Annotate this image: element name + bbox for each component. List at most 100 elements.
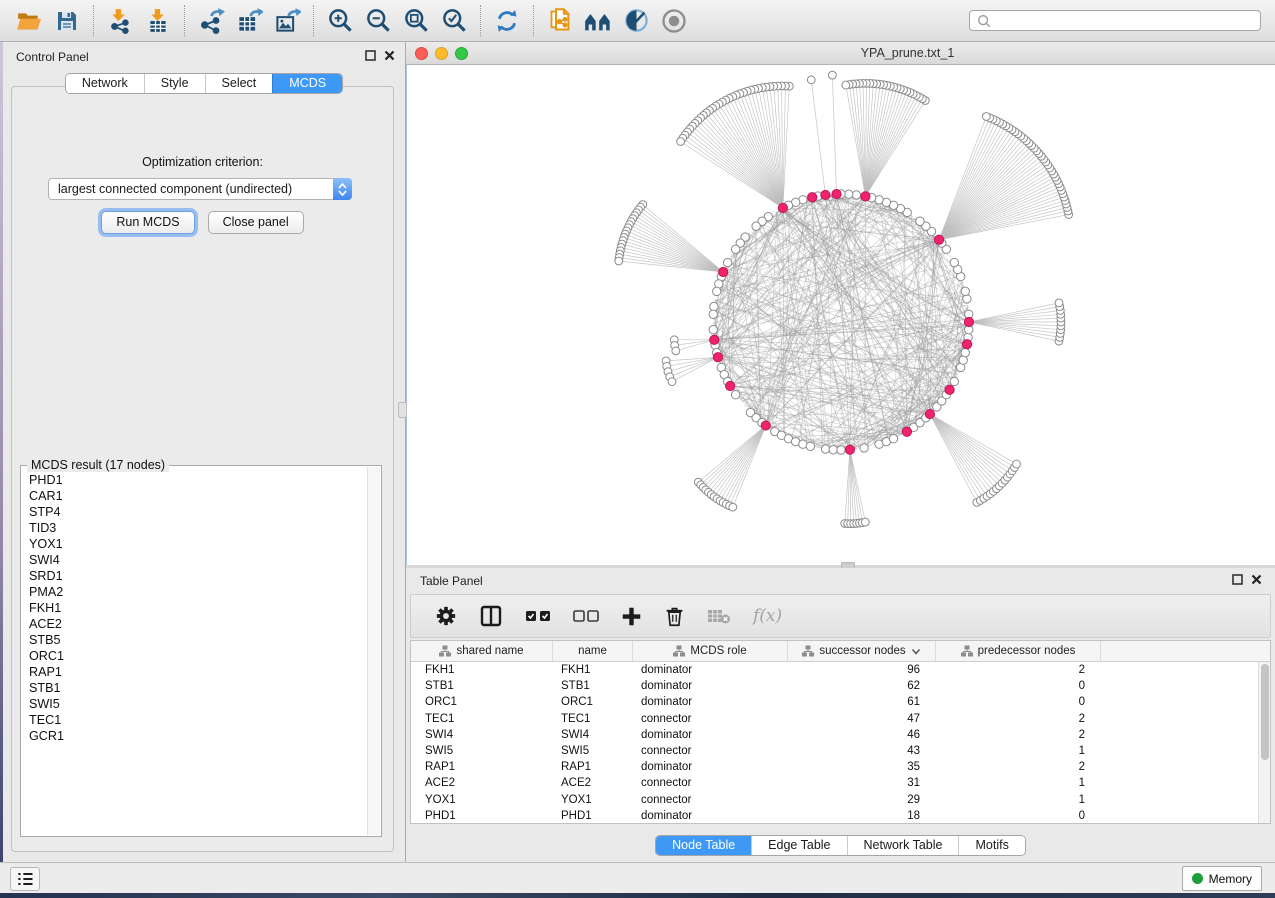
binoculars-button[interactable] — [579, 3, 617, 39]
tab-motifs[interactable]: Motifs — [958, 836, 1024, 855]
clear-table-button[interactable] — [707, 608, 731, 624]
table-row[interactable]: SWI4SWI4dominator462 — [411, 727, 1270, 743]
toolbar-separator — [533, 5, 534, 37]
minimize-window-icon[interactable] — [435, 47, 448, 60]
export-network-button[interactable] — [192, 3, 230, 39]
add-column-button[interactable] — [621, 606, 642, 627]
import-network-button[interactable] — [101, 3, 139, 39]
select-all-button[interactable] — [525, 609, 551, 623]
export-table-button[interactable] — [230, 3, 268, 39]
mcds-result-scrollbar[interactable] — [367, 467, 380, 835]
clear-table-icon — [707, 608, 731, 624]
show-columns-button[interactable] — [479, 604, 503, 628]
delete-column-button[interactable] — [664, 606, 685, 627]
mcds-node-item[interactable]: SRD1 — [21, 568, 367, 584]
memory-button[interactable]: Memory — [1182, 866, 1262, 891]
cell-name: YOX1 — [553, 794, 633, 806]
export-image-button[interactable] — [268, 3, 306, 39]
hide-graphics-details-button[interactable] — [617, 3, 655, 39]
column-header-MCDS-role[interactable]: MCDS role — [633, 641, 788, 661]
mcds-node-item[interactable]: TEC1 — [21, 712, 367, 728]
mcds-node-item[interactable]: STB5 — [21, 632, 367, 648]
table-row[interactable]: PHD1PHD1dominator180 — [411, 808, 1270, 824]
table-scrollbar[interactable] — [1258, 662, 1270, 823]
table-row[interactable]: TEC1TEC1connector472 — [411, 711, 1270, 727]
network-window-titlebar[interactable]: YPA_prune.txt_1 — [406, 42, 1275, 65]
cell-MCDS-role: dominator — [633, 680, 788, 692]
column-header-shared-name[interactable]: shared name — [411, 641, 553, 661]
table-toolbar: f(x) — [410, 594, 1271, 638]
network-clone-button[interactable] — [541, 3, 579, 39]
tab-edge-table[interactable]: Edge Table — [751, 836, 846, 855]
task-history-button[interactable] — [10, 867, 40, 891]
mcds-node-item[interactable]: SWI4 — [21, 552, 367, 568]
column-header-name[interactable]: name — [553, 641, 633, 661]
table-row[interactable]: FKH1FKH1dominator962 — [411, 662, 1270, 678]
table-row[interactable]: SWI5SWI5connector431 — [411, 743, 1270, 759]
control-panel-title: Control Panel — [16, 50, 89, 64]
mcds-node-item[interactable]: TID3 — [21, 520, 367, 536]
cell-shared-name: PHD1 — [411, 810, 553, 822]
zoom-fit-button[interactable] — [397, 3, 435, 39]
open-file-icon — [16, 8, 42, 34]
table-row[interactable]: ORC1ORC1dominator610 — [411, 694, 1270, 710]
tab-node-table[interactable]: Node Table — [656, 836, 751, 855]
table-settings-button[interactable] — [435, 605, 457, 627]
mcds-node-item[interactable]: GCR1 — [21, 728, 367, 744]
save-session-button[interactable] — [48, 3, 86, 39]
mcds-node-item[interactable]: STP4 — [21, 504, 367, 520]
mcds-node-item[interactable]: ORC1 — [21, 648, 367, 664]
run-mcds-button[interactable]: Run MCDS — [101, 211, 194, 234]
optimization-criterion-select[interactable]: largest connected component (undirected) — [48, 178, 352, 200]
deselect-all-button[interactable] — [573, 609, 599, 623]
mcds-node-item[interactable]: PMA2 — [21, 584, 367, 600]
close-panel-icon[interactable] — [384, 50, 395, 61]
show-graphics-details-button[interactable] — [655, 3, 693, 39]
close-window-icon[interactable] — [415, 47, 428, 60]
toolbar-separator — [313, 5, 314, 37]
tab-network-table[interactable]: Network Table — [847, 836, 959, 855]
table-row[interactable]: STB1STB1dominator620 — [411, 678, 1270, 694]
mcds-node-item[interactable]: SWI5 — [21, 696, 367, 712]
float-panel-icon[interactable] — [1232, 574, 1243, 585]
zoom-selected-button[interactable] — [435, 3, 473, 39]
tab-select[interactable]: Select — [205, 74, 273, 93]
list-icon — [15, 870, 35, 888]
column-header-predecessor-nodes[interactable]: predecessor nodes — [936, 641, 1101, 661]
mcds-result-title: MCDS result (17 nodes) — [27, 458, 169, 472]
open-file-button[interactable] — [10, 3, 48, 39]
cell-shared-name: YOX1 — [411, 794, 553, 806]
mcds-node-item[interactable]: ACE2 — [21, 616, 367, 632]
refresh-layout-button[interactable] — [488, 3, 526, 39]
close-panel-button[interactable]: Close panel — [208, 211, 304, 234]
table-row[interactable]: YOX1YOX1connector291 — [411, 792, 1270, 808]
float-panel-icon[interactable] — [365, 50, 376, 61]
cell-MCDS-role: connector — [633, 713, 788, 725]
cell-predecessor-nodes: 1 — [936, 777, 1101, 789]
mcds-node-item[interactable]: CAR1 — [21, 488, 367, 504]
mcds-node-item[interactable]: RAP1 — [21, 664, 367, 680]
table-scrollbar-thumb[interactable] — [1261, 664, 1269, 760]
vertical-splitter-handle[interactable] — [398, 402, 407, 418]
table-row[interactable]: ACE2ACE2connector311 — [411, 775, 1270, 791]
zoom-in-button[interactable] — [321, 3, 359, 39]
search-box[interactable] — [969, 10, 1261, 31]
function-builder-button[interactable]: f(x) — [753, 606, 782, 626]
zoom-out-button[interactable] — [359, 3, 397, 39]
network-canvas[interactable] — [406, 65, 1275, 565]
close-panel-icon[interactable] — [1251, 574, 1262, 585]
column-header-successor-nodes[interactable]: successor nodes — [788, 641, 936, 661]
tab-style[interactable]: Style — [144, 74, 205, 93]
mcds-node-item[interactable]: FKH1 — [21, 600, 367, 616]
tab-network[interactable]: Network — [66, 74, 144, 93]
mcds-node-item[interactable]: STB1 — [21, 680, 367, 696]
zoom-fit-icon — [403, 7, 430, 34]
zoom-window-icon[interactable] — [455, 47, 468, 60]
table-row[interactable]: RAP1RAP1dominator352 — [411, 759, 1270, 775]
import-table-button[interactable] — [139, 3, 177, 39]
mcds-result-list[interactable]: PHD1CAR1STP4TID3YOX1SWI4SRD1PMA2FKH1ACE2… — [21, 472, 367, 834]
mcds-node-item[interactable]: YOX1 — [21, 536, 367, 552]
tab-mcds[interactable]: MCDS — [272, 74, 342, 93]
mcds-node-item[interactable]: PHD1 — [21, 472, 367, 488]
search-input[interactable] — [992, 14, 1254, 28]
